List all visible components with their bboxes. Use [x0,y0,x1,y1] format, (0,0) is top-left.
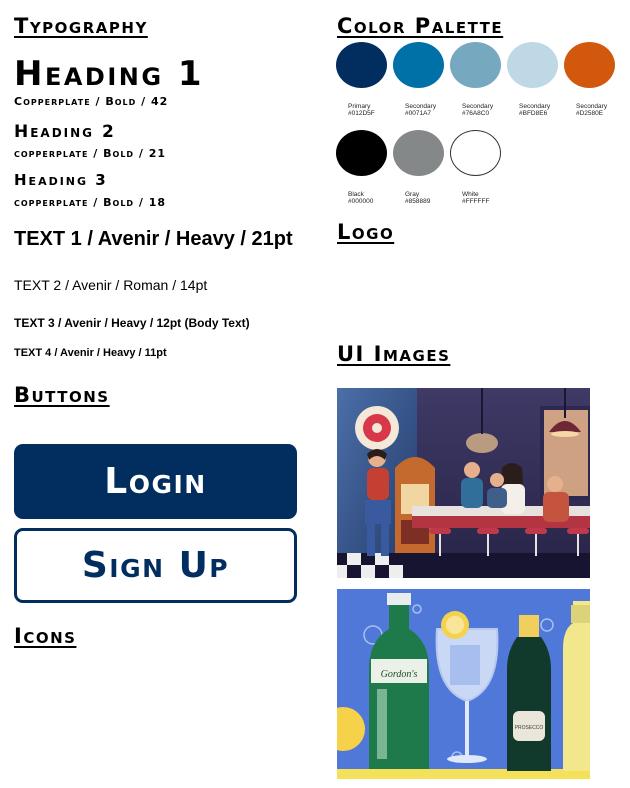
color-swatch-name: Black [348,191,364,198]
text-1-sample: TEXT 1 / Avenir / Heavy / 21pt [14,228,293,250]
color-palette-section-title: Color Palette [337,14,504,38]
bottles-illustration: Gordon's PROSECCO [337,589,590,779]
color-swatch: Secondary #BFD8E6 [507,42,564,117]
text-3-sample: TEXT 3 / Avenir / Heavy / 12pt (Body Tex… [14,316,250,330]
color-swatch-name: Secondary [405,103,437,110]
color-swatch: Primary #012D5F [336,42,393,117]
heading-1-spec: Copperplate / Bold / 42 [14,95,169,108]
typography-section-title: Typography [14,14,148,38]
gordons-label: Gordon's [381,669,418,680]
heading-3-spec: copperplate / Bold / 18 [14,196,167,209]
icons-section-title: Icons [14,624,77,648]
color-swatch: Secondary #D2580E [564,42,621,117]
login-button[interactable]: Login [14,444,297,519]
heading-1-sample: Heading 1 [14,54,205,94]
color-swatch-hex: #012D5F [348,110,375,117]
text-2-sample: TEXT 2 / Avenir / Roman / 14pt [14,277,208,293]
sign-up-button-label: Sign Up [81,545,230,586]
color-swatch-hex: #76A8C0 [462,110,490,117]
color-swatch-hex: #BFD8E6 [519,110,548,117]
heading-2-spec: copperplate / Bold / 21 [14,147,167,160]
sign-up-button[interactable]: Sign Up [14,528,297,603]
color-swatch-circle [564,42,615,88]
color-swatch-name: Primary [348,103,371,110]
color-swatch-hex: #0071A7 [405,110,432,117]
diner-illustration [337,388,590,578]
color-swatch-circle [450,42,501,88]
color-swatch-hex: #858889 [405,198,431,205]
heading-2-sample: Heading 2 [14,122,116,142]
text-4-sample: TEXT 4 / Avenir / Heavy / 11pt [14,347,167,359]
heading-3-sample: Heading 3 [14,171,108,189]
color-swatch-circle [507,42,558,88]
color-swatch-hex: #FFFFFF [462,198,490,205]
color-swatch-circle [450,130,501,176]
color-swatch-hex: #000000 [348,198,374,205]
color-swatch: Secondary #0071A7 [393,42,450,117]
ui-images-section-title: UI Images [337,342,451,366]
color-swatch-circle [336,130,387,176]
color-swatch: White #FFFFFF [450,130,507,205]
color-swatch-name: Secondary [462,103,494,110]
login-button-label: Login [104,461,207,502]
color-swatch: Gray #858889 [393,130,450,205]
color-swatch-circle [393,130,444,176]
color-swatch-name: White [462,191,479,198]
color-swatch-circle [336,42,387,88]
buttons-section-title: Buttons [14,383,110,407]
color-swatch-circle [393,42,444,88]
color-swatch: Black #000000 [336,130,393,205]
color-swatch: Secondary #76A8C0 [450,42,507,117]
logo-section-title: Logo [337,220,395,244]
color-swatch-name: Secondary [576,103,608,110]
palette-row-neutrals: Black #000000 Gray #858889 White #FFFFFF [336,130,507,205]
color-swatch-name: Secondary [519,103,551,110]
palette-row-primary: Primary #012D5F Secondary #0071A7 Secondary #… [336,42,621,117]
color-swatch-name: Gray [405,191,420,198]
prosecco-label: PROSECCO [515,725,544,731]
color-swatch-hex: #D2580E [576,110,604,117]
